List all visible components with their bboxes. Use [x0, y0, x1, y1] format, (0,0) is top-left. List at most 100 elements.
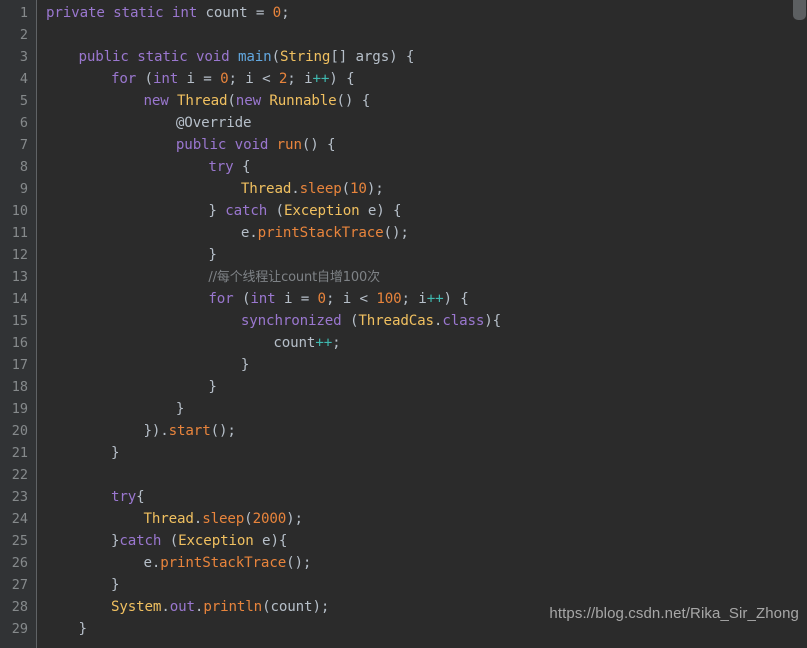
code-line[interactable]: count++; [273, 332, 340, 354]
code-token: { [233, 159, 251, 175]
code-line[interactable]: e.printStackTrace(); [241, 222, 409, 244]
code-token: } [110, 577, 120, 593]
code-token: count [270, 599, 313, 615]
code-token: ( [227, 93, 236, 109]
line-number: 1 [19, 5, 28, 21]
gutter-divider [36, 0, 37, 648]
code-token: . [291, 181, 300, 197]
code-token: count [273, 335, 316, 351]
code-token: ; i [228, 71, 263, 87]
code-token: . [193, 511, 203, 527]
code-token: 0 [272, 5, 282, 21]
code-token: start [168, 423, 211, 439]
code-token: int [250, 291, 276, 307]
line-number: 4 [19, 71, 28, 87]
code-line[interactable]: Thread.sleep(10); [241, 178, 384, 200]
code-line[interactable]: System.out.println(count); [111, 596, 329, 618]
code-token: int [171, 5, 198, 21]
code-line[interactable]: } [240, 354, 250, 376]
code-token: static [137, 49, 188, 65]
code-line[interactable]: e.printStackTrace(); [143, 552, 311, 574]
code-token: } [208, 247, 217, 263]
code-token: ; [281, 5, 290, 21]
code-token: } [110, 445, 120, 461]
code-token: () { [301, 137, 336, 153]
code-token: @Override [175, 115, 252, 131]
code-line[interactable]: synchronized (ThreadCas.class){ [241, 310, 501, 332]
code-token: ( [341, 181, 351, 197]
code-editor[interactable]: 1 2 3 4 5 6 7 8 9 10 11 12 13 14 15 16 17 18 19 20 21 22 23 24 2… [0, 0, 807, 648]
code-token: } [240, 357, 250, 373]
code-token: i = [275, 291, 318, 307]
line-number: 20 [11, 423, 28, 439]
line-number: 8 [19, 159, 28, 175]
code-token: try [110, 489, 137, 505]
code-token: ) { [443, 291, 469, 307]
code-token: () { [336, 93, 371, 109]
code-token: } [208, 379, 217, 395]
code-line[interactable]: } [208, 376, 217, 398]
code-token: Exception [283, 203, 360, 219]
vertical-scrollbar-track[interactable] [793, 0, 807, 648]
code-token: 0 [317, 291, 327, 307]
code-line[interactable]: } catch (Exception e) { [208, 200, 401, 222]
code-line[interactable]: @Override [176, 112, 252, 134]
code-token: System [110, 599, 162, 615]
line-number: 18 [11, 379, 28, 395]
line-number: 13 [11, 269, 28, 285]
code-token: ); [312, 599, 330, 615]
code-token: args [355, 49, 390, 65]
code-line[interactable]: } [176, 398, 185, 420]
code-token: Thread [143, 511, 194, 527]
code-token: Exception [178, 533, 254, 549]
line-number-gutter[interactable]: 1 2 3 4 5 6 7 8 9 10 11 12 13 14 15 16 17 18 19 20 21 22 23 24 2… [0, 0, 36, 648]
code-token: run [276, 137, 302, 153]
line-number: 3 [19, 49, 28, 65]
code-line[interactable]: Thread.sleep(2000); [143, 508, 303, 530]
code-line[interactable]: }catch (Exception e){ [111, 530, 287, 552]
code-line[interactable]: }).start(); [143, 420, 235, 442]
code-token: Thread [240, 181, 292, 197]
code-token: ThreadCas [358, 313, 434, 329]
code-line[interactable]: //每个线程让count自增100次 [208, 266, 380, 288]
line-number: 27 [11, 577, 28, 593]
code-line[interactable]: for (int i = 0; i < 100; i++) { [208, 288, 468, 310]
line-number: 19 [11, 401, 28, 417]
code-line[interactable]: try { [208, 156, 250, 178]
code-token: ( [233, 291, 251, 307]
code-line[interactable]: } [208, 244, 217, 266]
code-line[interactable]: } [110, 574, 120, 596]
line-number: 6 [19, 115, 28, 131]
watermark-url: https://blog.csdn.net/Rika_Sir_Zhong [549, 605, 799, 622]
code-line[interactable]: public static void main(String[] args) { [78, 46, 414, 68]
code-token: void [196, 49, 230, 65]
code-token: ) { [389, 49, 415, 65]
line-number: 17 [11, 357, 28, 373]
code-token: [] [330, 49, 356, 65]
line-number: 28 [11, 599, 28, 615]
code-token: ); [286, 511, 303, 527]
code-token: ; i [325, 291, 360, 307]
code-line[interactable]: private static int count = 0; [46, 2, 290, 24]
code-line[interactable]: public void run() { [176, 134, 336, 156]
code-line[interactable]: for (int i = 0; i < 2; i++) { [111, 68, 355, 90]
code-token: 100 [376, 291, 402, 307]
code-token: ; i [287, 71, 313, 87]
code-token: Runnable [269, 93, 337, 109]
code-token: sleep [299, 181, 342, 197]
code-token: synchronized [240, 313, 342, 329]
code-token: ; i [401, 291, 427, 307]
code-content-area[interactable]: private static int count = 0; public stat… [46, 0, 807, 648]
code-token: ) { [329, 71, 355, 87]
code-token: for [208, 291, 234, 307]
vertical-scrollbar-thumb[interactable] [793, 0, 806, 20]
code-line[interactable]: } [78, 618, 87, 640]
code-line[interactable]: } [110, 442, 120, 464]
code-token: new [143, 93, 169, 109]
code-line[interactable]: try{ [111, 486, 145, 508]
line-number: 26 [11, 555, 28, 571]
line-number: 2 [19, 27, 28, 43]
code-line[interactable]: new Thread(new Runnable() { [143, 90, 370, 112]
